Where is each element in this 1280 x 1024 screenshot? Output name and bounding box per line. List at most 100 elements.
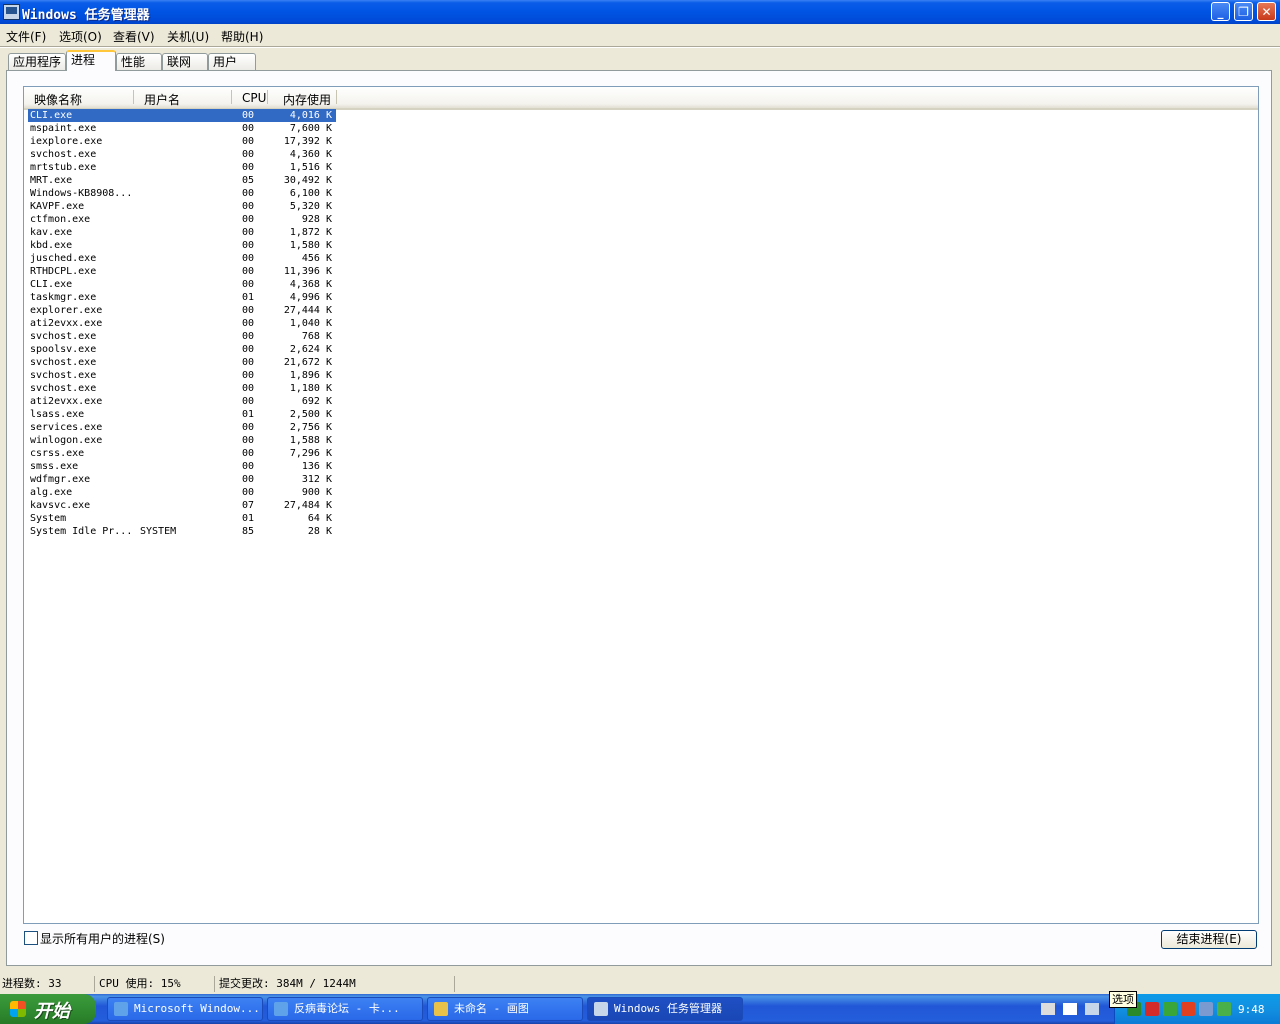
table-row[interactable]: services.exe 00 2,756 K — [28, 421, 336, 434]
process-memory: 928 K — [301, 214, 332, 225]
table-row[interactable]: iexplore.exe 00 17,392 K — [28, 135, 336, 148]
end-process-button[interactable]: 结束进程(E) — [1161, 930, 1257, 949]
column-separator[interactable] — [133, 90, 134, 104]
process-cpu: 00 — [242, 162, 255, 173]
table-row[interactable]: explorer.exe 00 27,444 K — [28, 304, 336, 317]
process-name: mrtstub.exe — [30, 162, 97, 173]
table-row[interactable]: ati2evxx.exe 00 1,040 K — [28, 317, 336, 330]
column-separator[interactable] — [267, 90, 268, 104]
taskbar-button[interactable]: 未命名 - 画图 — [427, 997, 583, 1021]
table-row[interactable]: csrss.exe 00 7,296 K — [28, 447, 336, 460]
process-memory: 30,492 K — [283, 175, 332, 186]
close-button[interactable]: ✕ — [1257, 2, 1276, 21]
show-all-users-checkbox[interactable] — [24, 931, 38, 945]
process-memory: 1,040 K — [289, 318, 332, 329]
taskbar-button[interactable]: Microsoft Window... — [107, 997, 263, 1021]
volume-icon[interactable] — [1181, 1002, 1195, 1016]
minimize-button[interactable]: _ — [1211, 2, 1230, 21]
menu-view[interactable]: 查看(V) — [113, 28, 155, 45]
table-row[interactable]: mrtstub.exe 00 1,516 K — [28, 161, 336, 174]
table-row[interactable]: CLI.exe 00 4,016 K — [28, 109, 336, 122]
table-row[interactable]: MRT.exe 05 30,492 K — [28, 174, 336, 187]
process-cpu: 00 — [242, 188, 255, 199]
process-list[interactable]: 映像名称 用户名 CPU 内存使用 CLI.exe 00 4,016 Kmspain… — [23, 86, 1259, 924]
menu-options[interactable]: 选项(O) — [59, 28, 102, 45]
process-name: System — [30, 513, 67, 524]
table-row[interactable]: kbd.exe 00 1,580 K — [28, 239, 336, 252]
table-row[interactable]: Windows-KB8908... 00 6,100 K — [28, 187, 336, 200]
table-row[interactable]: alg.exe 00 900 K — [28, 486, 336, 499]
table-row[interactable]: ati2evxx.exe 00 692 K — [28, 395, 336, 408]
tab-processes[interactable]: 进程 — [66, 50, 116, 71]
column-separator[interactable] — [336, 90, 337, 104]
process-name: kbd.exe — [30, 240, 73, 251]
update-icon[interactable] — [1163, 1002, 1177, 1016]
maximize-button[interactable]: ❐ — [1234, 2, 1253, 21]
show-all-users-label[interactable]: 显示所有用户的进程(S) — [40, 930, 165, 947]
taskmgr-icon — [3, 4, 20, 20]
taskmgr-icon — [594, 1002, 608, 1016]
column-separator[interactable] — [231, 90, 232, 104]
process-name: KAVPF.exe — [30, 201, 85, 212]
antivirus-icon[interactable] — [1145, 1002, 1159, 1016]
process-name: Windows-KB8908... — [30, 188, 133, 199]
process-memory: 1,588 K — [289, 435, 332, 446]
clock[interactable]: 9:48 — [1238, 1003, 1265, 1016]
table-row[interactable]: svchost.exe 00 1,180 K — [28, 382, 336, 395]
list-header: 映像名称 用户名 CPU 内存使用 — [24, 87, 1258, 110]
table-row[interactable]: KAVPF.exe 00 5,320 K — [28, 200, 336, 213]
table-row[interactable]: svchost.exe 00 768 K — [28, 330, 336, 343]
table-row[interactable]: jusched.exe 00 456 K — [28, 252, 336, 265]
table-row[interactable]: spoolsv.exe 00 2,624 K — [28, 343, 336, 356]
menu-shutdown[interactable]: 关机(U) — [167, 28, 209, 45]
language-options-icon[interactable] — [1085, 1003, 1099, 1015]
process-name: CLI.exe — [30, 279, 73, 290]
column-memory[interactable]: 内存使用 — [283, 91, 331, 108]
process-memory: 2,624 K — [289, 344, 332, 355]
menu-file[interactable]: 文件(F) — [6, 28, 46, 45]
keyboard-icon[interactable] — [1041, 1003, 1055, 1015]
menu-bar: 文件(F) 选项(O) 查看(V) 关机(U) 帮助(H) — [0, 24, 1280, 46]
help-icon[interactable] — [1063, 1003, 1077, 1015]
process-memory: 4,016 K — [289, 110, 332, 121]
tab-users[interactable]: 用户 — [208, 53, 256, 70]
table-row[interactable]: svchost.exe 00 1,896 K — [28, 369, 336, 382]
tab-performance[interactable]: 性能 — [116, 53, 162, 70]
process-cpu: 00 — [242, 487, 255, 498]
table-row[interactable]: lsass.exe 01 2,500 K — [28, 408, 336, 421]
menu-help[interactable]: 帮助(H) — [221, 28, 263, 45]
title-bar[interactable]: Windows 任务管理器 _ ❐ ✕ — [0, 0, 1280, 24]
process-cpu: 01 — [242, 513, 255, 524]
table-row[interactable]: winlogon.exe 00 1,588 K — [28, 434, 336, 447]
table-row[interactable]: RTHDCPL.exe 00 11,396 K — [28, 265, 336, 278]
table-row[interactable]: taskmgr.exe 01 4,996 K — [28, 291, 336, 304]
process-name: ati2evxx.exe — [30, 396, 103, 407]
table-row[interactable]: System Idle Pr... SYSTEM 85 28 K — [28, 525, 336, 538]
process-memory: 21,672 K — [283, 357, 332, 368]
process-memory: 17,392 K — [283, 136, 332, 147]
process-name: smss.exe — [30, 461, 79, 472]
java-update-icon[interactable] — [1217, 1002, 1231, 1016]
column-image-name[interactable]: 映像名称 — [34, 91, 82, 108]
table-row[interactable]: CLI.exe 00 4,368 K — [28, 278, 336, 291]
start-button[interactable]: 开始 — [0, 994, 96, 1024]
table-row[interactable]: ctfmon.exe 00 928 K — [28, 213, 336, 226]
column-cpu[interactable]: CPU — [242, 91, 266, 105]
process-memory: 27,444 K — [283, 305, 332, 316]
table-row[interactable]: System 01 64 K — [28, 512, 336, 525]
audio-manager-icon[interactable] — [1199, 1002, 1213, 1016]
table-row[interactable]: smss.exe 00 136 K — [28, 460, 336, 473]
tab-networking[interactable]: 联网 — [162, 53, 208, 70]
table-row[interactable]: svchost.exe 00 4,360 K — [28, 148, 336, 161]
table-row[interactable]: kav.exe 00 1,872 K — [28, 226, 336, 239]
table-row[interactable]: kavsvc.exe 07 27,484 K — [28, 499, 336, 512]
tab-applications[interactable]: 应用程序 — [8, 53, 66, 70]
ie-icon — [274, 1002, 288, 1016]
process-memory: 2,756 K — [289, 422, 332, 433]
table-row[interactable]: wdfmgr.exe 00 312 K — [28, 473, 336, 486]
taskbar-button[interactable]: Windows 任务管理器 — [587, 997, 743, 1021]
column-user-name[interactable]: 用户名 — [144, 91, 180, 108]
table-row[interactable]: svchost.exe 00 21,672 K — [28, 356, 336, 369]
table-row[interactable]: mspaint.exe 00 7,600 K — [28, 122, 336, 135]
taskbar-button[interactable]: 反病毒论坛 - 卡... — [267, 997, 423, 1021]
